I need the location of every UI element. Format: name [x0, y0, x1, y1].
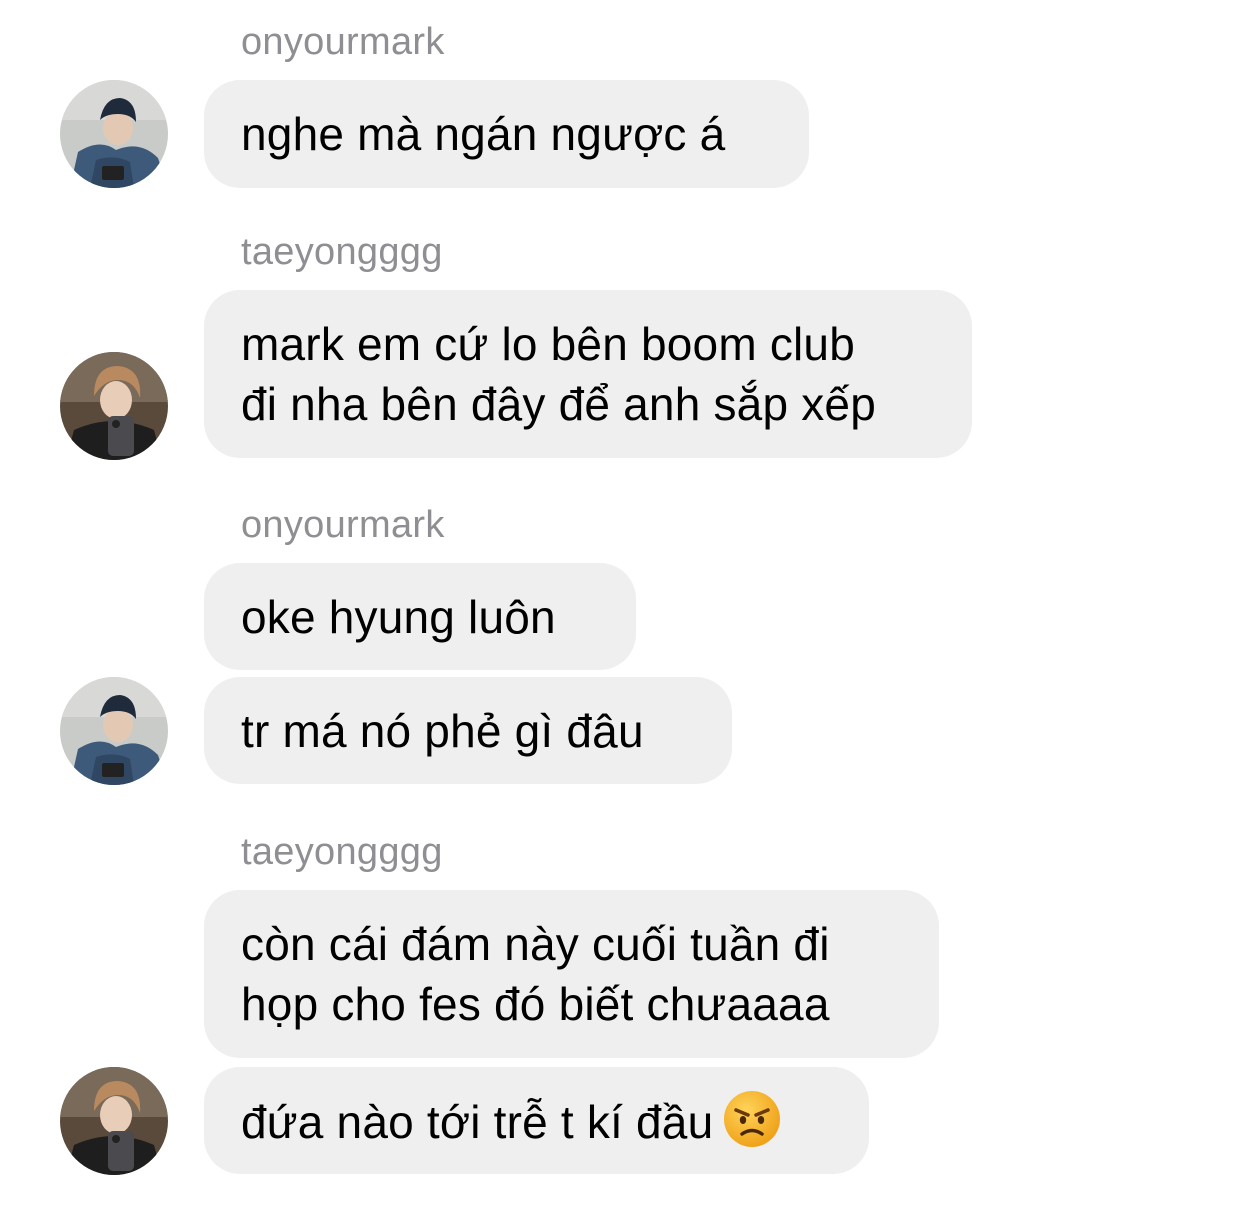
- avatar-photo-icon: [60, 677, 168, 785]
- message-line: oke hyung luôn: [241, 590, 556, 643]
- message-line: nghe mà ngán ngược á: [241, 108, 726, 160]
- avatar-taeyongggg[interactable]: [60, 1067, 168, 1175]
- sender-name: onyourmark: [241, 504, 445, 546]
- avatar-photo-icon: [60, 1067, 168, 1175]
- message-line: tr má nó phẻ gì đâu: [241, 704, 644, 757]
- avatar-onyourmark[interactable]: [60, 677, 168, 785]
- message-text: nghe mà ngán ngược á: [241, 104, 725, 164]
- chat-thread: onyourmark nghe mà ngán ngược á taeyongg…: [0, 0, 1242, 1208]
- message-line: đứa nào tới trễ t kí đầu: [241, 1090, 781, 1152]
- message-line: mark em cứ lo bên boom club: [241, 318, 856, 370]
- message-bubble[interactable]: tr má nó phẻ gì đâu: [204, 677, 732, 784]
- message-line: đi nha bên đây để anh sắp xếp: [241, 378, 876, 430]
- message-text: đứa nào tới trễ t kí đầu: [241, 1090, 781, 1152]
- message-bubble[interactable]: mark em cứ lo bên boom club đi nha bên đ…: [204, 290, 972, 458]
- message-text: còn cái đám này cuối tuần đi họp cho fes…: [241, 914, 830, 1034]
- avatar-taeyongggg[interactable]: [60, 352, 168, 460]
- message-line-text: đứa nào tới trễ t kí đầu: [241, 1095, 714, 1148]
- avatar-photo-icon: [60, 80, 168, 188]
- message-text: oke hyung luôn: [241, 587, 556, 647]
- sender-name: taeyongggg: [241, 831, 443, 873]
- message-bubble[interactable]: nghe mà ngán ngược á: [204, 80, 809, 188]
- sender-name: taeyongggg: [241, 231, 443, 273]
- avatar-onyourmark[interactable]: [60, 80, 168, 188]
- sender-name: onyourmark: [241, 21, 445, 63]
- angry-face-icon: [723, 1090, 781, 1148]
- message-line: họp cho fes đó biết chưaaaa: [241, 978, 830, 1030]
- message-line: còn cái đám này cuối tuần đi: [241, 918, 830, 970]
- message-text: mark em cứ lo bên boom club đi nha bên đ…: [241, 314, 876, 434]
- message-bubble[interactable]: đứa nào tới trễ t kí đầu: [204, 1067, 869, 1174]
- message-bubble[interactable]: oke hyung luôn: [204, 563, 636, 670]
- avatar-photo-icon: [60, 352, 168, 460]
- message-bubble[interactable]: còn cái đám này cuối tuần đi họp cho fes…: [204, 890, 939, 1058]
- message-text: tr má nó phẻ gì đâu: [241, 701, 644, 761]
